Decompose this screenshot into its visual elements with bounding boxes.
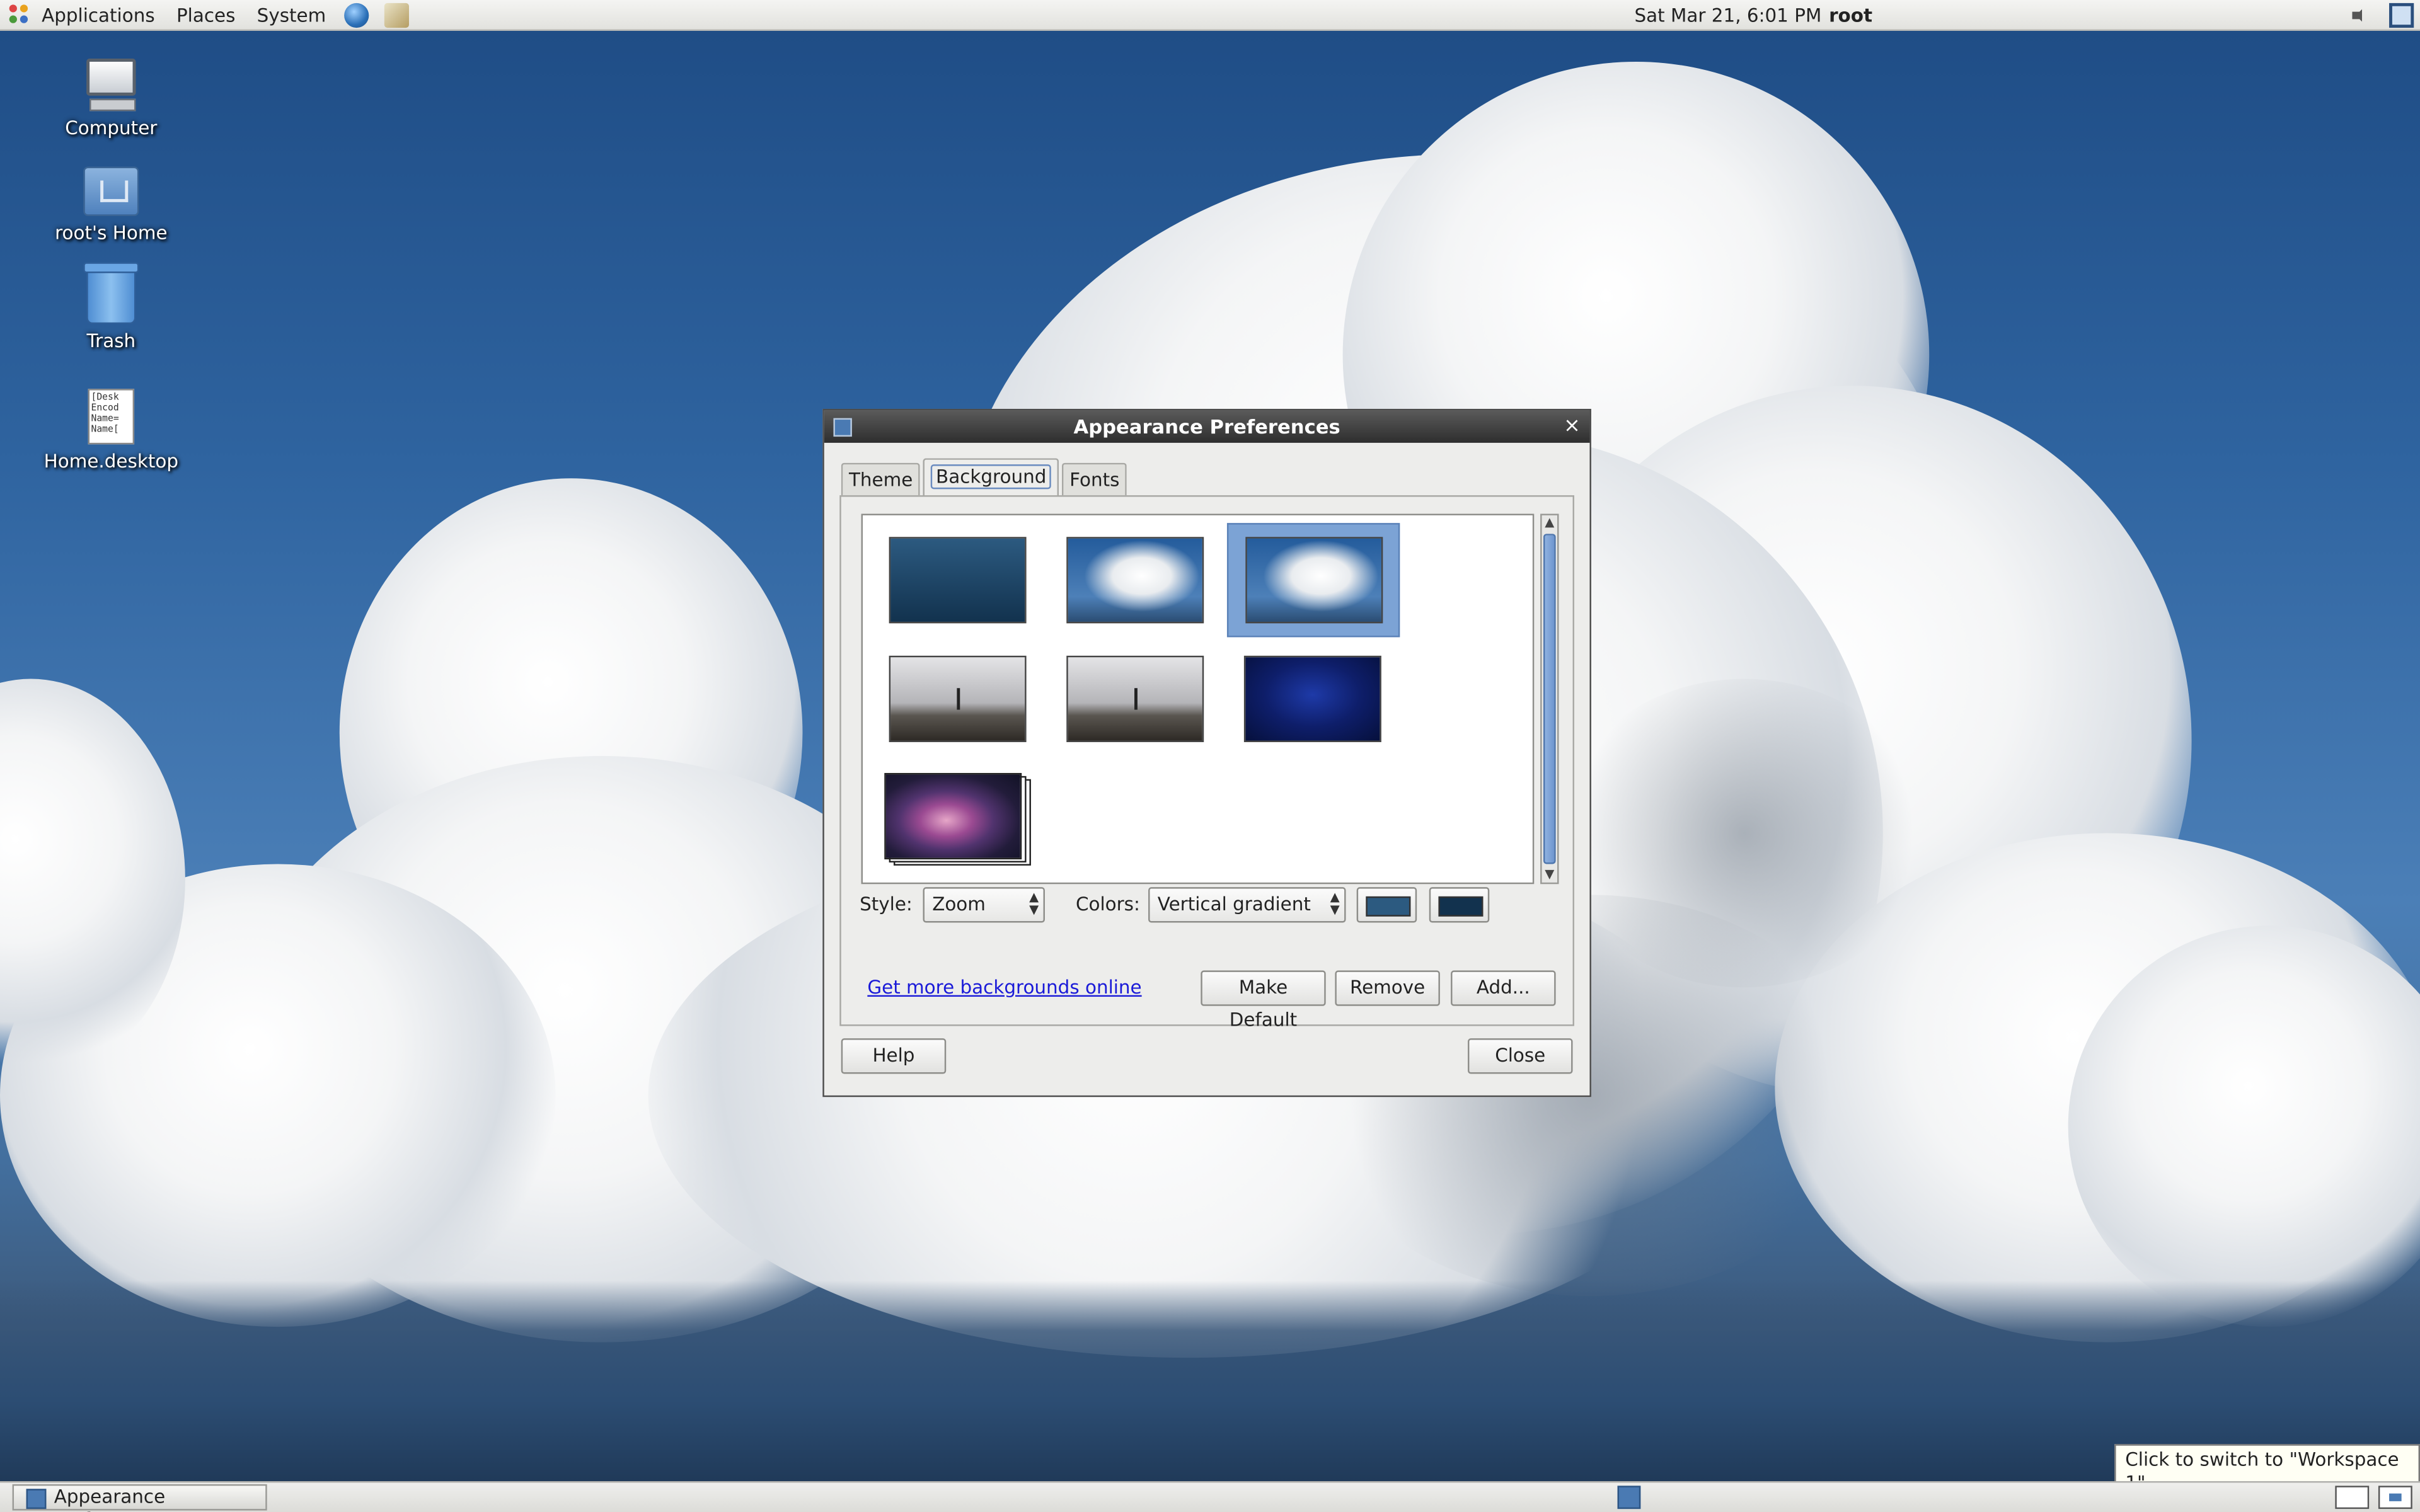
dialog-title: Appearance Preferences — [1073, 415, 1340, 438]
background-thumb-solid[interactable] — [889, 537, 1027, 624]
primary-color-swatch — [1366, 896, 1411, 917]
applications-menu[interactable]: Applications — [31, 0, 166, 30]
background-thumb-slideshow[interactable] — [884, 772, 1032, 869]
volume-icon[interactable] — [2352, 4, 2367, 27]
places-menu[interactable]: Places — [166, 0, 246, 30]
computer-icon — [83, 59, 139, 112]
web-browser-launcher-icon[interactable] — [344, 2, 369, 27]
top-panel: Applications Places System Sat Mar 21, 6… — [0, 0, 2420, 31]
background-thumb-clouds-selected[interactable] — [1226, 523, 1400, 638]
user-switcher[interactable]: root — [1829, 0, 1872, 31]
get-more-backgrounds-link[interactable]: Get more backgrounds online — [867, 976, 1141, 998]
remove-button[interactable]: Remove — [1335, 970, 1440, 1006]
taskbar-label: Appearance Preferences — [54, 1486, 166, 1512]
desktop-icon-label: Trash — [86, 330, 136, 352]
bottom-panel: Appearance Preferences — [0, 1481, 2420, 1512]
style-select[interactable]: Zoom ▲ ▼ — [923, 887, 1045, 923]
window-menu-icon[interactable] — [833, 418, 852, 437]
desktop-icon-home-desktop[interactable]: [Desk Encod Name= Name[ Home.desktop — [26, 389, 196, 472]
clock[interactable]: Sat Mar 21, 6:01 PM — [1634, 0, 1821, 31]
desktop-icon-label: Computer — [65, 117, 158, 139]
updown-arrows-icon: ▲ ▼ — [1029, 890, 1039, 917]
colors-label: Colors: — [1075, 893, 1140, 915]
help-button[interactable]: Help — [841, 1038, 947, 1074]
background-list-scrollbar[interactable]: ▲ ▼ — [1540, 513, 1559, 885]
taskbar-appearance-preferences[interactable]: Appearance Preferences — [12, 1484, 267, 1512]
tab-bar: Theme Background Fonts — [841, 458, 1131, 497]
trash-icon — [83, 262, 139, 324]
style-select-value: Zoom — [932, 893, 986, 915]
scroll-up-icon[interactable]: ▲ — [1542, 515, 1557, 530]
home-folder-icon — [83, 166, 139, 216]
desktop-icon-label: Home.desktop — [43, 450, 179, 472]
background-list — [861, 513, 1535, 885]
desktop-icon-label: root's Home — [55, 222, 168, 244]
background-thumb-nebula-blue[interactable] — [1243, 655, 1381, 742]
tab-background[interactable]: Background — [923, 458, 1059, 497]
scrollbar-thumb[interactable] — [1543, 534, 1556, 864]
background-thumb-shore-2[interactable] — [1066, 655, 1204, 742]
screen: Applications Places System Sat Mar 21, 6… — [0, 0, 2420, 1512]
mail-launcher-icon[interactable] — [384, 2, 410, 27]
colors-select-value: Vertical gradient — [1157, 893, 1311, 915]
primary-color-button[interactable] — [1356, 887, 1417, 923]
secondary-color-swatch — [1438, 896, 1484, 917]
applications-menu-icon — [9, 4, 31, 25]
add-button[interactable]: Add... — [1451, 970, 1556, 1006]
tab-background-label: Background — [931, 464, 1051, 490]
colors-select[interactable]: Vertical gradient ▲ ▼ — [1148, 887, 1346, 923]
desktop-icon-computer[interactable]: Computer — [26, 59, 196, 139]
desktop-icon-home[interactable]: root's Home — [26, 166, 196, 244]
desktop-file-icon: [Desk Encod Name= Name[ — [88, 389, 135, 445]
secondary-color-button[interactable] — [1429, 887, 1490, 923]
background-thumb-clouds[interactable] — [1066, 537, 1204, 624]
close-button[interactable]: Close — [1467, 1038, 1573, 1074]
updown-arrows-icon: ▲ ▼ — [1330, 890, 1340, 917]
close-icon[interactable]: × — [1564, 410, 1581, 442]
workspace-2-switcher[interactable] — [2378, 1486, 2412, 1509]
show-desktop-icon[interactable] — [1617, 1486, 1641, 1509]
system-menu[interactable]: System — [246, 0, 337, 30]
workspace-1-switcher[interactable] — [2335, 1486, 2370, 1509]
scroll-down-icon[interactable]: ▼ — [1542, 867, 1557, 882]
style-label: Style: — [860, 893, 913, 915]
make-default-button[interactable]: Make Default — [1201, 970, 1326, 1031]
desktop-icon-trash[interactable]: Trash — [26, 262, 196, 352]
background-tab-panel: ▲ ▼ Style: Zoom ▲ ▼ Colors: Vertical grad… — [839, 495, 1574, 1031]
network-icon[interactable] — [2389, 3, 2414, 28]
dialog-titlebar[interactable]: Appearance Preferences × — [824, 410, 1590, 443]
tab-theme[interactable]: Theme — [841, 462, 921, 496]
appearance-preferences-dialog: Appearance Preferences × Theme Backgroun… — [822, 408, 1591, 1097]
system-tray — [2352, 3, 2414, 28]
tab-fonts[interactable]: Fonts — [1061, 462, 1127, 496]
appearance-window-icon — [26, 1489, 47, 1509]
background-thumb-shore-1[interactable] — [889, 655, 1027, 742]
